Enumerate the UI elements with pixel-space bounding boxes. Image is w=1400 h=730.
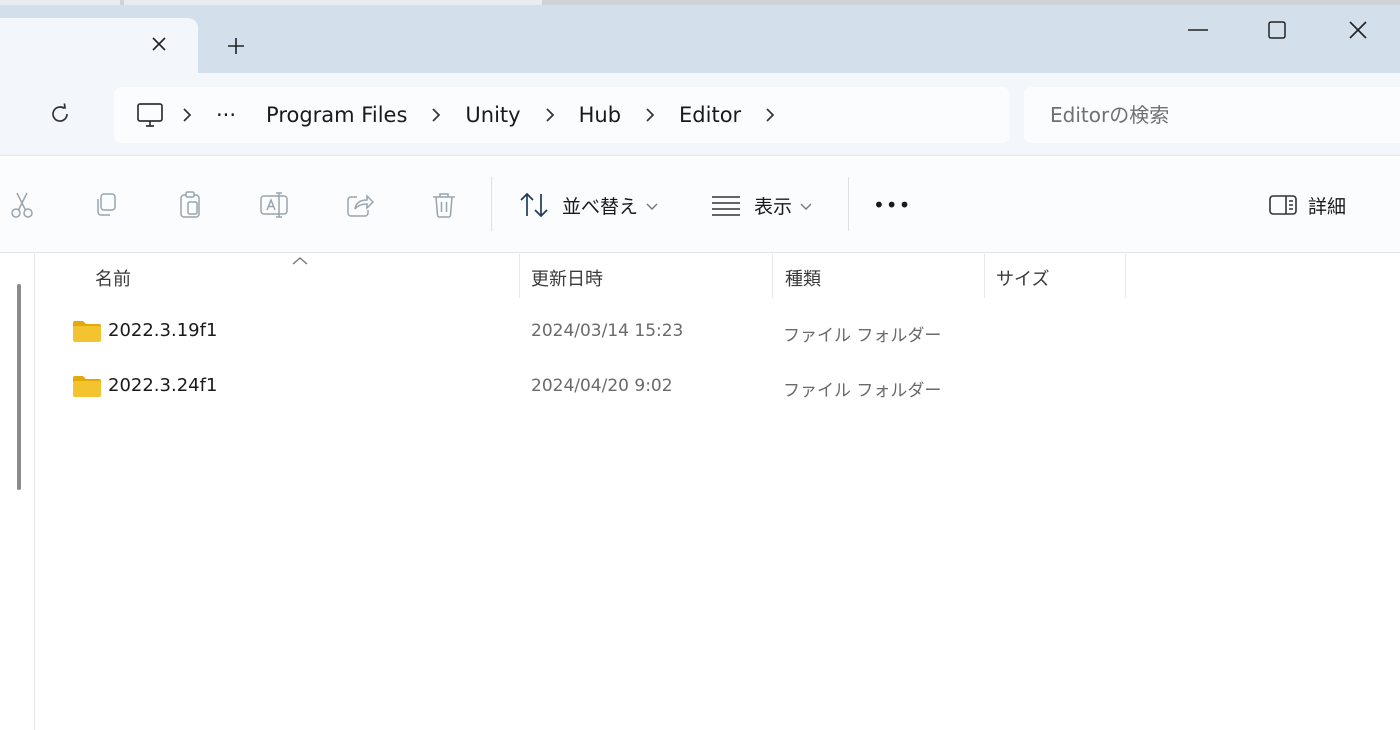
this-pc-icon[interactable]	[136, 102, 164, 128]
file-row[interactable]: 2022.3.24f1 2024/04/20 9:02 ファイル フォルダー	[60, 365, 1124, 409]
copy-icon	[97, 193, 116, 216]
tab-active[interactable]	[0, 18, 198, 74]
breadcrumb-unity[interactable]: Unity	[459, 103, 526, 127]
file-type: ファイル フォルダー	[783, 381, 942, 401]
file-type: ファイル フォルダー	[783, 326, 942, 346]
paste-button[interactable]	[172, 187, 208, 223]
command-bar: 並べ替え 表示 ••• 詳細	[0, 157, 1400, 253]
file-list-area: 名前 更新日時 種類 サイズ 2022.3.19f1 2024/03/14 15…	[0, 254, 1400, 730]
column-header-size[interactable]: サイズ	[996, 260, 1049, 296]
file-name: 2022.3.24f1	[108, 375, 218, 396]
new-tab-button[interactable]	[222, 32, 250, 60]
minimize-button[interactable]	[1178, 14, 1218, 46]
breadcrumb-more[interactable]: ···	[210, 103, 242, 127]
list-view-icon	[712, 196, 740, 216]
delete-button[interactable]	[426, 187, 462, 223]
details-pane-button[interactable]: 詳細	[1268, 183, 1346, 227]
close-window-button[interactable]	[1338, 14, 1378, 46]
chevron-down-icon	[646, 196, 658, 215]
column-divider[interactable]	[772, 254, 773, 298]
file-modified: 2024/04/20 9:02	[531, 376, 673, 396]
sort-button[interactable]: 並べ替え	[518, 183, 658, 227]
column-header-type[interactable]: 種類	[785, 260, 821, 296]
share-icon	[347, 194, 375, 217]
chevron-right-icon[interactable]	[421, 100, 451, 130]
sort-icon	[520, 192, 548, 218]
folder-icon	[73, 376, 101, 397]
view-button[interactable]: 表示	[710, 183, 812, 227]
share-button[interactable]	[342, 187, 378, 223]
close-icon	[152, 37, 166, 51]
trash-icon	[433, 193, 455, 218]
plus-icon	[228, 38, 244, 54]
file-name: 2022.3.19f1	[108, 320, 218, 341]
file-modified: 2024/03/14 15:23	[531, 321, 684, 341]
chevron-down-icon	[800, 196, 812, 215]
column-header-name[interactable]: 名前	[95, 260, 131, 296]
chevron-right-icon[interactable]	[755, 100, 785, 130]
details-label: 詳細	[1308, 195, 1347, 218]
chevron-right-icon[interactable]	[172, 100, 202, 130]
column-divider[interactable]	[984, 254, 985, 298]
rename-icon	[260, 192, 288, 218]
chevron-right-icon[interactable]	[635, 100, 665, 130]
nav-pane-divider[interactable]	[34, 254, 35, 730]
column-divider[interactable]	[1125, 254, 1126, 298]
rename-button[interactable]	[257, 187, 293, 223]
refresh-icon	[52, 103, 68, 122]
search-input[interactable]	[1050, 101, 1380, 129]
file-row[interactable]: 2022.3.19f1 2024/03/14 15:23 ファイル フォルダー	[60, 310, 1124, 354]
clipboard-icon	[180, 191, 200, 218]
tab-close-button[interactable]	[146, 31, 172, 57]
maximize-button[interactable]	[1257, 14, 1297, 46]
sort-ascending-icon	[292, 257, 308, 265]
title-bar	[0, 0, 1400, 74]
nav-pane-scrollbar[interactable]	[17, 284, 21, 490]
breadcrumb[interactable]: ··· Program Files Unity Hub Editor	[114, 87, 1010, 143]
folder-icon	[73, 321, 101, 342]
scissors-icon	[11, 192, 33, 218]
refresh-button[interactable]	[44, 98, 76, 130]
copy-button[interactable]	[88, 187, 124, 223]
more-icon: •••	[873, 193, 912, 217]
search-box[interactable]	[1024, 87, 1400, 143]
window-top-edge	[0, 0, 1400, 5]
details-pane-icon	[1269, 195, 1297, 215]
breadcrumb-hub[interactable]: Hub	[573, 103, 627, 127]
view-label: 表示	[754, 195, 793, 218]
more-options-button[interactable]: •••	[873, 183, 911, 227]
chevron-right-icon[interactable]	[535, 100, 565, 130]
maximize-icon	[1268, 21, 1286, 39]
close-icon	[1349, 21, 1367, 39]
cut-button[interactable]	[4, 187, 40, 223]
column-divider[interactable]	[519, 254, 520, 298]
minimize-icon	[1188, 29, 1208, 31]
divider	[491, 177, 492, 231]
address-row: ··· Program Files Unity Hub Editor	[0, 73, 1400, 156]
sort-label: 並べ替え	[562, 195, 639, 218]
breadcrumb-program-files[interactable]: Program Files	[260, 103, 413, 127]
column-header-modified[interactable]: 更新日時	[531, 260, 603, 296]
divider	[848, 177, 849, 231]
breadcrumb-editor[interactable]: Editor	[673, 103, 747, 127]
